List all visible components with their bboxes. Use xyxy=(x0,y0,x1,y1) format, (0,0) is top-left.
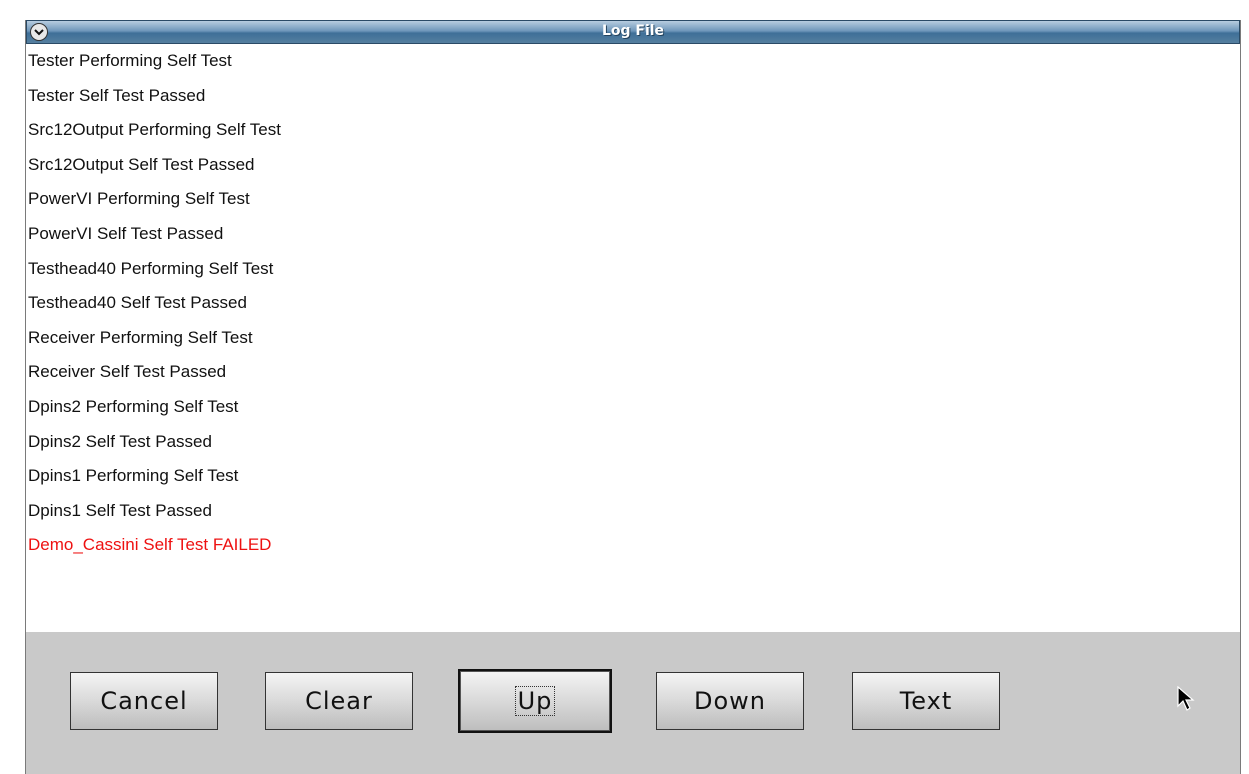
log-file-window: Log File Tester Performing Self Test Test… xyxy=(25,20,1241,774)
cancel-button[interactable]: Cancel xyxy=(70,672,218,730)
clear-button[interactable]: Clear xyxy=(265,672,413,730)
up-button[interactable]: Up xyxy=(458,669,612,733)
log-line: Dpins2 Performing Self Test xyxy=(28,397,239,416)
log-line: Src12Output Performing Self Test xyxy=(28,120,281,140)
log-line: PowerVI Performing Self Test xyxy=(28,189,250,209)
log-line: PowerVI Self Test Passed xyxy=(28,224,224,243)
up-button-label: Up xyxy=(514,686,556,716)
log-line: Dpins1 Performing Self Test xyxy=(28,466,239,486)
log-line: Receiver Performing Self Test xyxy=(28,327,253,347)
text-button[interactable]: Text xyxy=(852,672,1000,730)
log-line: Receiver Self Test Passed xyxy=(28,362,227,382)
log-line-error: Demo_Cassini Self Test FAILED xyxy=(28,535,272,555)
log-line: Dpins1 Self Test Passed xyxy=(28,500,212,520)
log-line: Tester Performing Self Test xyxy=(28,51,232,70)
button-bar: Cancel Clear Up Down Text xyxy=(26,632,1240,774)
mouse-pointer-icon xyxy=(1177,686,1195,711)
down-button[interactable]: Down xyxy=(656,672,804,730)
log-line: Dpins2 Self Test Passed xyxy=(28,431,212,451)
log-line: Testhead40 Performing Self Test xyxy=(28,258,274,278)
log-text-area[interactable]: Tester Performing Self Test Tester Self T… xyxy=(26,44,1240,632)
log-line: Testhead40 Self Test Passed xyxy=(28,293,247,313)
window-title: Log File xyxy=(601,23,665,39)
log-line: Tester Self Test Passed xyxy=(28,85,206,105)
title-bar[interactable]: Log File xyxy=(26,20,1240,44)
log-line: Src12Output Self Test Passed xyxy=(28,154,255,174)
